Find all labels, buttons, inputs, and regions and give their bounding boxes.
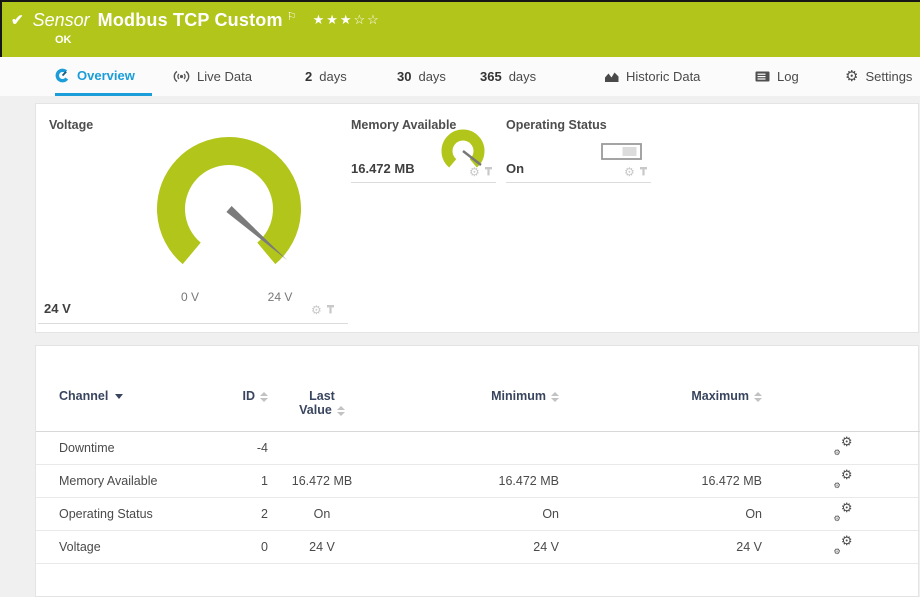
priority-stars[interactable]: ★★★☆☆ bbox=[313, 12, 381, 28]
col-header-maximum[interactable]: Maximum bbox=[563, 389, 766, 432]
voltage-scale-min: 0 V bbox=[168, 290, 212, 304]
channel-name[interactable]: Memory Available bbox=[36, 465, 206, 498]
channel-maximum: 24 V bbox=[563, 531, 766, 564]
table-row-memory-available[interactable]: Memory Available 1 16.472 MB 16.472 MB 1… bbox=[36, 465, 920, 498]
table-header-row: Channel ID Last Value bbox=[36, 389, 920, 432]
sensor-status-header: ✔ Sensor Modbus TCP Custom ⚐ ★★★☆☆ OK bbox=[0, 2, 920, 57]
tab-log[interactable]: Log bbox=[755, 57, 799, 96]
gauge-settings-gear-icon[interactable]: ⚙ bbox=[624, 166, 635, 178]
voltage-scale-max: 24 V bbox=[258, 290, 302, 304]
status-badge: OK bbox=[55, 34, 920, 46]
channel-name[interactable]: Operating Status bbox=[36, 498, 206, 531]
settings-gear-icon: ⚙ bbox=[845, 69, 858, 84]
channel-maximum bbox=[563, 432, 766, 465]
object-kind-label: Sensor bbox=[33, 10, 90, 31]
status-check-icon: ✔ bbox=[11, 11, 24, 29]
gauges-panel: Voltage 0 V 24 V 24 V ⚙ Memory Available… bbox=[35, 103, 919, 333]
channel-name[interactable]: Downtime bbox=[36, 432, 206, 465]
divider bbox=[351, 182, 496, 183]
tab-30-days[interactable]: 30 days bbox=[397, 57, 446, 96]
col-header-actions bbox=[766, 389, 920, 432]
gauge-icon bbox=[55, 68, 70, 83]
channel-id: -4 bbox=[206, 432, 272, 465]
switch-on-icon bbox=[601, 143, 642, 160]
channel-last-value bbox=[272, 432, 372, 465]
live-data-icon bbox=[173, 70, 190, 83]
sort-toggle-icon bbox=[551, 392, 559, 402]
channel-id: 2 bbox=[206, 498, 272, 531]
channel-minimum: 16.472 MB bbox=[372, 465, 563, 498]
memory-value: 16.472 MB bbox=[351, 161, 415, 176]
channel-settings-gears-icon[interactable]: ⚙ ⚙ bbox=[834, 504, 853, 521]
tab-live-data[interactable]: Live Data bbox=[173, 57, 252, 96]
channel-id: 1 bbox=[206, 465, 272, 498]
channel-last-value: 24 V bbox=[272, 531, 372, 564]
divider bbox=[38, 323, 348, 324]
col-header-channel[interactable]: Channel bbox=[36, 389, 206, 432]
channel-settings-gears-icon[interactable]: ⚙ ⚙ bbox=[834, 438, 853, 455]
table-row-downtime[interactable]: Downtime -4 ⚙ ⚙ bbox=[36, 432, 920, 465]
channel-minimum: On bbox=[372, 498, 563, 531]
channel-last-value: On bbox=[272, 498, 372, 531]
channels-table-panel: Channel ID Last Value bbox=[35, 345, 919, 597]
operating-status-card: Operating Status On ⚙ bbox=[506, 116, 651, 188]
voltage-gauge-card: Voltage 0 V 24 V 24 V ⚙ bbox=[36, 104, 351, 332]
channel-minimum: 24 V bbox=[372, 531, 563, 564]
channel-settings-gears-icon[interactable]: ⚙ ⚙ bbox=[834, 537, 853, 554]
channel-maximum: On bbox=[563, 498, 766, 531]
channel-minimum bbox=[372, 432, 563, 465]
channel-maximum: 16.472 MB bbox=[563, 465, 766, 498]
channels-table: Channel ID Last Value bbox=[36, 389, 920, 564]
tab-2-days[interactable]: 2 days bbox=[305, 57, 347, 96]
sensor-title: Modbus TCP Custom bbox=[98, 10, 283, 31]
voltage-gauge bbox=[141, 129, 331, 294]
channel-last-value: 16.472 MB bbox=[272, 465, 372, 498]
tab-settings[interactable]: ⚙ Settings bbox=[845, 57, 912, 96]
voltage-title: Voltage bbox=[49, 118, 93, 132]
sort-toggle-icon bbox=[754, 392, 762, 402]
gauge-settings-gear-icon[interactable]: ⚙ bbox=[311, 304, 322, 316]
table-row-operating-status[interactable]: Operating Status 2 On On On ⚙ ⚙ bbox=[36, 498, 920, 531]
tab-bar: Overview Live Data 2 days 30 days 365 da… bbox=[0, 57, 920, 96]
tab-365-days[interactable]: 365 days bbox=[480, 57, 536, 96]
channel-settings-gears-icon[interactable]: ⚙ ⚙ bbox=[834, 471, 853, 488]
flag-icon[interactable]: ⚐ bbox=[287, 10, 297, 23]
memory-gauge-card: Memory Available 16.472 MB ⚙ bbox=[351, 116, 496, 188]
voltage-value: 24 V bbox=[44, 301, 71, 316]
historic-chart-icon bbox=[605, 70, 619, 83]
sort-toggle-icon bbox=[260, 392, 268, 402]
log-list-icon bbox=[755, 71, 770, 82]
operating-value: On bbox=[506, 161, 524, 176]
sort-toggle-icon bbox=[337, 406, 345, 416]
tab-overview[interactable]: Overview bbox=[55, 57, 152, 96]
col-header-minimum[interactable]: Minimum bbox=[372, 389, 563, 432]
col-header-last-value[interactable]: Last Value bbox=[272, 389, 372, 432]
tab-historic-data[interactable]: Historic Data bbox=[605, 57, 700, 96]
pin-icon[interactable] bbox=[484, 167, 493, 178]
divider bbox=[506, 182, 651, 183]
table-row-voltage[interactable]: Voltage 0 24 V 24 V 24 V ⚙ ⚙ bbox=[36, 531, 920, 564]
gauge-settings-gear-icon[interactable]: ⚙ bbox=[469, 166, 480, 178]
sort-desc-icon bbox=[115, 394, 123, 399]
pin-icon[interactable] bbox=[326, 305, 335, 316]
operating-title: Operating Status bbox=[506, 118, 607, 132]
col-header-id[interactable]: ID bbox=[206, 389, 272, 432]
channel-name[interactable]: Voltage bbox=[36, 531, 206, 564]
pin-icon[interactable] bbox=[639, 167, 648, 178]
channel-id: 0 bbox=[206, 531, 272, 564]
